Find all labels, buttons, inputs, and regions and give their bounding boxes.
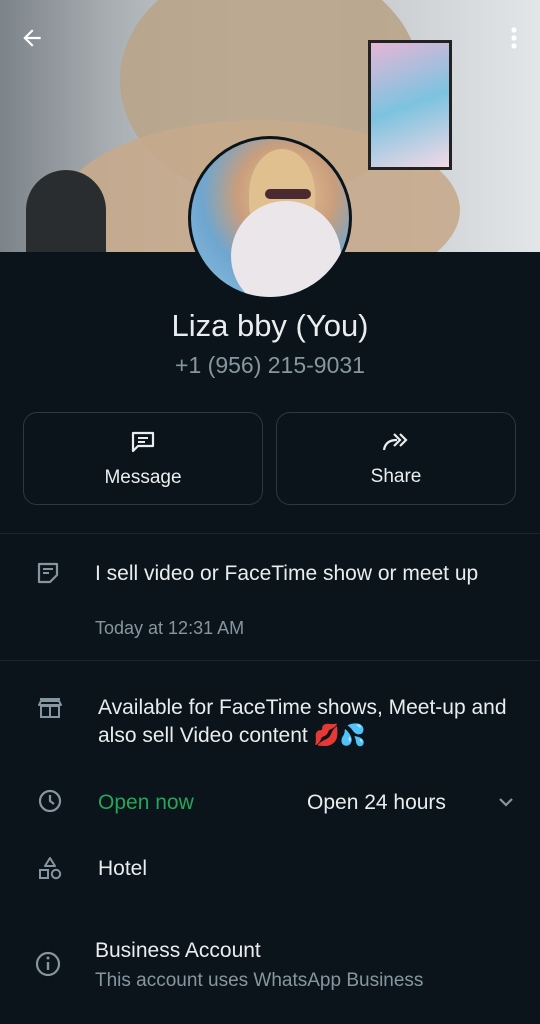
note-icon [37, 562, 59, 584]
business-account-title[interactable]: Business Account [95, 937, 261, 965]
chevron-down-icon [499, 798, 513, 807]
share-button[interactable]: Share [276, 412, 516, 505]
back-button[interactable] [16, 22, 48, 54]
contact-name: Liza bby (You) [171, 308, 369, 343]
about-timestamp: Today at 12:31 AM [95, 618, 245, 638]
store-icon-wrap [35, 693, 65, 723]
message-button[interactable]: Message [23, 412, 263, 505]
divider [0, 533, 540, 534]
category-icon-wrap [35, 853, 65, 883]
more-options-button[interactable] [502, 22, 526, 54]
cover-poster [368, 40, 452, 170]
business-hours[interactable]: Open 24 hours [307, 789, 446, 817]
contact-phone[interactable]: +1 (956) 215-9031 [0, 352, 540, 379]
share-icon [382, 432, 408, 450]
business-description: Available for FaceTime shows, Meet-up an… [98, 696, 507, 747]
back-arrow-icon [23, 29, 41, 47]
divider [0, 660, 540, 661]
contact-info-screen: Liza bby (You) +1 (956) 215-9031 Message… [0, 0, 540, 1024]
message-label: Message [104, 466, 182, 488]
avatar-sunglasses [265, 189, 311, 199]
about-icon-wrap [33, 558, 63, 588]
more-vertical-icon [511, 27, 517, 49]
store-icon [38, 698, 62, 718]
avatar[interactable] [188, 136, 352, 300]
open-status: Open now [98, 791, 194, 814]
category-shapes-icon [39, 857, 62, 880]
info-icon [35, 951, 61, 977]
cover-chair [26, 170, 106, 252]
about-text[interactable]: I sell video or FaceTime show or meet up [95, 560, 515, 588]
share-label: Share [370, 465, 422, 487]
clock-icon-wrap [35, 786, 65, 816]
business-account-subtitle: This account uses WhatsApp Business [95, 970, 424, 991]
info-icon-wrap [33, 949, 63, 979]
hours-expand-button[interactable] [494, 792, 518, 812]
business-category: Hotel [98, 857, 148, 880]
clock-icon [38, 789, 62, 813]
message-icon [131, 431, 155, 452]
avatar-body [231, 201, 341, 297]
